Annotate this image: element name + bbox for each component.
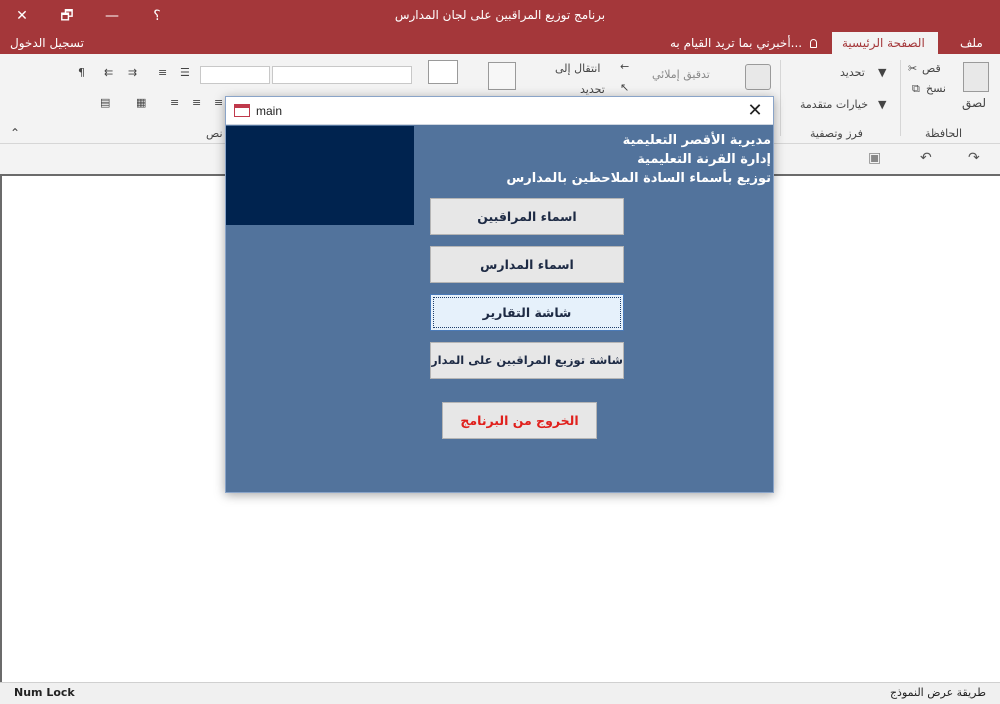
align-center-icon[interactable]: ≡ [192,96,201,109]
sign-in-link[interactable]: تسجيل الدخول [0,32,94,54]
select-cursor-icon: ↖ [620,81,630,94]
close-form-button[interactable]: ✕ [745,100,765,121]
form-icon [234,104,250,117]
filter-selection-button[interactable]: تحديد [840,66,865,79]
schools-button[interactable]: اسماء المدارس [430,246,624,283]
redo-icon[interactable]: ↷ [968,150,980,166]
goto-button[interactable]: انتقال إلى [555,62,600,75]
proctors-button[interactable]: اسماء المراقبين [430,198,624,235]
list-icon[interactable]: ☰ [180,66,190,79]
list-numbered-icon[interactable]: ≡ [158,66,167,79]
window-title: برنامج توزيع المراقبين على لجان المدارس [394,8,606,22]
exit-program-button[interactable]: الخروج من البرنامج [442,402,597,439]
font-size-combo[interactable] [200,66,270,84]
advanced-options-button[interactable]: خيارات متقدمة [800,98,868,111]
group-separator [900,60,901,136]
cut-icon: ✂ [908,62,918,75]
distribution-button[interactable]: شاشة توزيع المراقبين على المدارس [430,342,624,379]
tell-me-box[interactable]: أخبرني بما تريد القيام به... [660,32,827,54]
spelling-button[interactable]: تدقيق إملائي [652,68,710,81]
paragraph-direction-icon[interactable]: ¶ [78,66,85,79]
reports-button[interactable]: شاشة التقارير [430,294,624,331]
refresh-icon[interactable] [745,64,771,90]
ribbon-tab-row: تسجيل الدخول أخبرني بما تريد القيام به..… [0,32,1000,54]
group-separator [780,60,781,136]
tab-home[interactable]: الصفحة الرئيسية [832,32,938,54]
tab-file[interactable]: ملف [950,32,993,54]
logo-panel [226,126,414,225]
save-icon[interactable]: ▣ [868,150,881,166]
cut-button[interactable]: قص [922,62,941,75]
main-form-title: main [256,104,283,118]
view-mode-indicator: طريقة عرض النموذج [889,686,986,699]
form-view-icon[interactable] [488,62,516,90]
header-line-subtitle: توزيع بأسماء السادة الملاحظين بالمدارس [506,171,771,186]
paste-icon [963,62,989,92]
main-form-title-bar: main ✕ [226,97,773,125]
clipboard-group-label: الحافظة [925,127,963,140]
outdent-icon[interactable]: ⇇ [104,66,113,79]
sort-filter-group-label: فرز وتصفية [810,127,863,140]
goto-arrow-icon: ← [620,60,630,73]
tell-me-label: أخبرني بما تريد القيام به... [670,36,803,50]
table-icon[interactable]: ▤ [100,96,110,109]
collapse-ribbon-icon[interactable]: ⌃ [10,126,20,140]
align-left-icon[interactable]: ≡ [170,96,179,109]
align-right-icon[interactable]: ≡ [214,96,223,109]
text-group-label: نص [206,127,223,140]
window-title-bar: ✕ 🗗 — ؟ برنامج توزيع المراقبين على لجان … [0,0,1000,32]
select-button[interactable]: تحديد [580,83,605,96]
main-form-window: main ✕ مديرية الأقصر التعليمية إدارة الق… [225,96,774,493]
lightbulb-icon [809,39,817,48]
copy-icon: ⧉ [912,82,920,95]
header-line-administration: إدارة القرنة التعليمية [637,152,771,167]
advanced-filter-icon: ▼ [878,98,887,111]
undo-icon[interactable]: ↶ [920,150,932,166]
header-line-directorate: مديرية الأقصر التعليمية [622,133,771,148]
window-switch-icon[interactable] [428,60,458,84]
indent-icon[interactable]: ⇉ [128,66,137,79]
status-bar: Num Lock طريقة عرض النموذج [0,682,1000,704]
copy-button[interactable]: نسخ [926,82,946,95]
gridlines-icon[interactable]: ▦ [136,96,146,109]
filter-icon: ▼ [878,66,887,79]
paste-button[interactable]: لصق [962,96,986,110]
num-lock-indicator: Num Lock [14,686,75,699]
font-name-combo[interactable] [272,66,412,84]
